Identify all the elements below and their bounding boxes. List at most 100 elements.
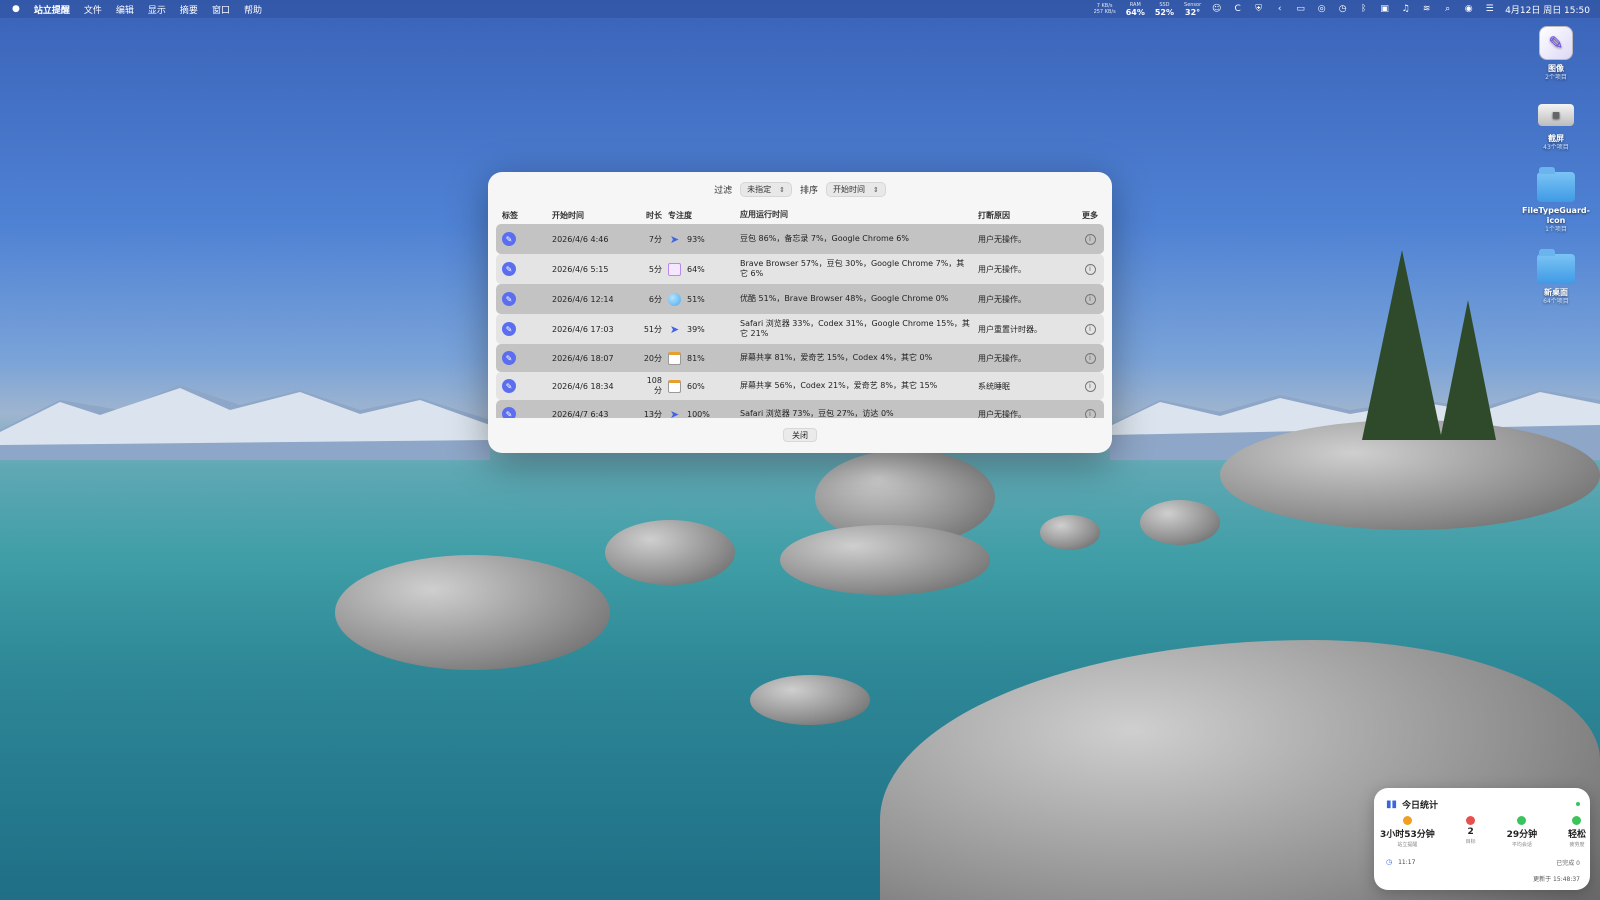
cell-apps: Brave Browser 57%，豆包 30%，Google Chrome 7… [740, 259, 965, 278]
cell-start: 2026/4/6 12:14 [552, 294, 614, 304]
input-method-icon[interactable]: ▣ [1379, 4, 1390, 15]
tag-icon[interactable]: ✎ [502, 407, 516, 418]
boulder [780, 525, 990, 595]
info-icon[interactable]: i [1084, 352, 1096, 364]
menu-bar: ● 站立提醒 文件 编辑 显示 摘要 窗口 帮助 7 KB/s 257 KB/s… [0, 0, 1600, 18]
siri-icon[interactable]: ◉ [1463, 4, 1474, 15]
col-focus[interactable]: 专注度 [666, 210, 740, 221]
info-icon[interactable]: i [1084, 263, 1096, 275]
cell-apps: Safari 浏览器 33%，Codex 31%，Google Chrome 1… [740, 319, 970, 338]
info-icon[interactable]: i [1084, 380, 1096, 392]
info-icon[interactable]: i [1084, 293, 1096, 305]
cell-duration: 6分 [648, 294, 662, 304]
updown-chevron-icon: ⇕ [873, 185, 879, 194]
ram-widget[interactable]: RAM 64% [1126, 2, 1145, 17]
col-tag[interactable]: 标签 [496, 210, 552, 221]
cell-apps: 屏幕共享 56%，Codex 21%，爱奇艺 8%，其它 15% [740, 381, 938, 390]
c-app-icon[interactable]: C [1232, 4, 1243, 15]
menu-edit[interactable]: 编辑 [116, 3, 134, 16]
cell-reason: 用户无操作。 [978, 264, 1026, 274]
updown-chevron-icon: ⇕ [779, 185, 785, 194]
wifi-icon[interactable]: ≋ [1421, 4, 1432, 15]
headphones-icon[interactable]: ♫ [1400, 4, 1411, 15]
sensor-widget[interactable]: Sensor 32° [1184, 2, 1201, 17]
table-row[interactable]: ✎ 2026/4/6 4:46 7分 ➤ 93% 豆包 86%，备忘录 7%，Go… [496, 224, 1104, 254]
desktop-item-images[interactable]: ✎ 图像 2个项目 [1539, 26, 1573, 82]
desktop-item-screenshots[interactable]: ◼ 截屏 43个项目 [1538, 96, 1574, 152]
bluetooth-icon[interactable]: ᛒ [1358, 4, 1369, 15]
shield-icon[interactable]: ⛨ [1253, 4, 1264, 15]
col-apps[interactable]: 应用运行时间 [740, 210, 978, 220]
timer-icon [1517, 816, 1527, 825]
network-speed-widget[interactable]: 7 KB/s 257 KB/s [1094, 3, 1116, 15]
cell-duration: 108分 [646, 376, 662, 395]
menu-window[interactable]: 窗口 [212, 3, 230, 16]
filter-select[interactable]: 未指定 ⇕ [740, 182, 792, 197]
ssd-widget[interactable]: SSD 52% [1155, 2, 1174, 17]
search-icon[interactable]: ⌕ [1442, 4, 1453, 15]
cell-reason: 用户无操作。 [978, 234, 1026, 244]
sort-select[interactable]: 开始时间 ⇕ [826, 182, 886, 197]
info-icon[interactable]: i [1084, 323, 1096, 335]
info-icon[interactable]: i [1084, 408, 1096, 418]
desktop-item-new-desktop[interactable]: 新桌面 64个项目 [1537, 248, 1575, 306]
battery-icon[interactable]: ▭ [1295, 4, 1306, 15]
desktop-item-filetypeguard[interactable]: FileTypeGuard-icon 1个项目 [1520, 166, 1592, 234]
face-icon[interactable]: ☺ [1211, 4, 1222, 15]
menu-help[interactable]: 帮助 [244, 3, 262, 16]
col-start[interactable]: 开始时间 [552, 210, 640, 221]
control-center-icon[interactable]: ☰ [1484, 4, 1495, 15]
cell-start: 2026/4/6 4:46 [552, 234, 609, 244]
stat-standing: 3小时53分钟 站立提醒 [1380, 816, 1435, 848]
tag-icon[interactable]: ✎ [502, 379, 516, 393]
cell-focus: 81% [687, 353, 705, 363]
close-button[interactable]: 关闭 [783, 428, 817, 442]
sync-icon[interactable]: ◎ [1316, 4, 1327, 15]
menu-app-name[interactable]: 站立提醒 [34, 3, 70, 16]
table-row[interactable]: ✎ 2026/4/6 17:03 51分 ➤ 39% Safari 浏览器 33%… [496, 314, 1104, 344]
table-header: 标签 开始时间 时长 专注度 应用运行时间 打断原因 更多 [496, 206, 1104, 224]
cell-reason: 用户无操作。 [978, 353, 1026, 363]
today-stats-widget[interactable]: ▮▮ 今日统计 3小时53分钟 站立提醒 2 目标 29分钟 平均会话 轻松 疲… [1374, 788, 1590, 890]
table-row[interactable]: ✎ 2026/4/6 18:07 20分 81% 屏幕共享 81%，爱奇艺 15… [496, 344, 1104, 372]
stat-fatigue: 轻松 疲劳度 [1568, 816, 1586, 848]
cell-apps: 优酷 51%，Brave Browser 48%，Google Chrome 0… [740, 294, 949, 303]
col-more[interactable]: 更多 [1076, 210, 1104, 221]
table-row[interactable]: ✎ 2026/4/7 6:43 13分 ➤ 100% Safari 浏览器 73%… [496, 400, 1104, 418]
smile-icon [1572, 816, 1582, 825]
boulder [335, 555, 610, 670]
info-icon[interactable]: i [1084, 233, 1096, 245]
cell-apps: 屏幕共享 81%，爱奇艺 15%，Codex 4%，其它 0% [740, 353, 933, 362]
pine-tree [1440, 300, 1496, 440]
cell-focus: 60% [687, 381, 705, 391]
table-row[interactable]: ✎ 2026/4/6 18:34 108分 60% 屏幕共享 56%，Codex… [496, 372, 1104, 400]
menubar-clock[interactable]: 4月12日 周日 15:50 [1505, 3, 1590, 16]
table-row[interactable]: ✎ 2026/4/6 12:14 6分 51% 优酷 51%，Brave Bro… [496, 284, 1104, 314]
time-machine-icon[interactable]: ◷ [1337, 4, 1348, 15]
boulder [750, 675, 870, 725]
tag-icon[interactable]: ✎ [502, 262, 516, 276]
col-reason[interactable]: 打断原因 [978, 210, 1076, 221]
status-dot-icon [1576, 802, 1580, 806]
tag-icon[interactable]: ✎ [502, 351, 516, 365]
filter-label: 过滤 [714, 186, 733, 196]
cell-start: 2026/4/6 18:07 [552, 353, 614, 363]
cell-focus: 64% [687, 264, 705, 274]
tag-icon[interactable]: ✎ [502, 322, 516, 336]
cell-reason: 用户重置计时器。 [978, 324, 1042, 334]
cell-reason: 用户无操作。 [978, 409, 1026, 419]
menu-summary[interactable]: 摘要 [180, 3, 198, 16]
menu-view[interactable]: 显示 [148, 3, 166, 16]
widget-time: 11:17 [1398, 858, 1416, 866]
chevron-left-icon[interactable]: ‹ [1274, 4, 1285, 15]
apple-menu-icon[interactable]: ● [12, 4, 20, 14]
tag-icon[interactable]: ✎ [502, 292, 516, 306]
table-row[interactable]: ✎ 2026/4/6 5:15 5分 64% Brave Browser 57%… [496, 254, 1104, 284]
table-body[interactable]: ✎ 2026/4/6 4:46 7分 ➤ 93% 豆包 86%，备忘录 7%，Go… [496, 224, 1104, 418]
col-duration[interactable]: 时长 [640, 210, 666, 221]
image-file-icon: ✎ [1539, 26, 1573, 60]
cell-apps: 豆包 86%，备忘录 7%，Google Chrome 6% [740, 234, 909, 243]
stat-avg-session: 29分钟 平均会话 [1507, 816, 1537, 848]
tag-icon[interactable]: ✎ [502, 232, 516, 246]
menu-file[interactable]: 文件 [84, 3, 102, 16]
